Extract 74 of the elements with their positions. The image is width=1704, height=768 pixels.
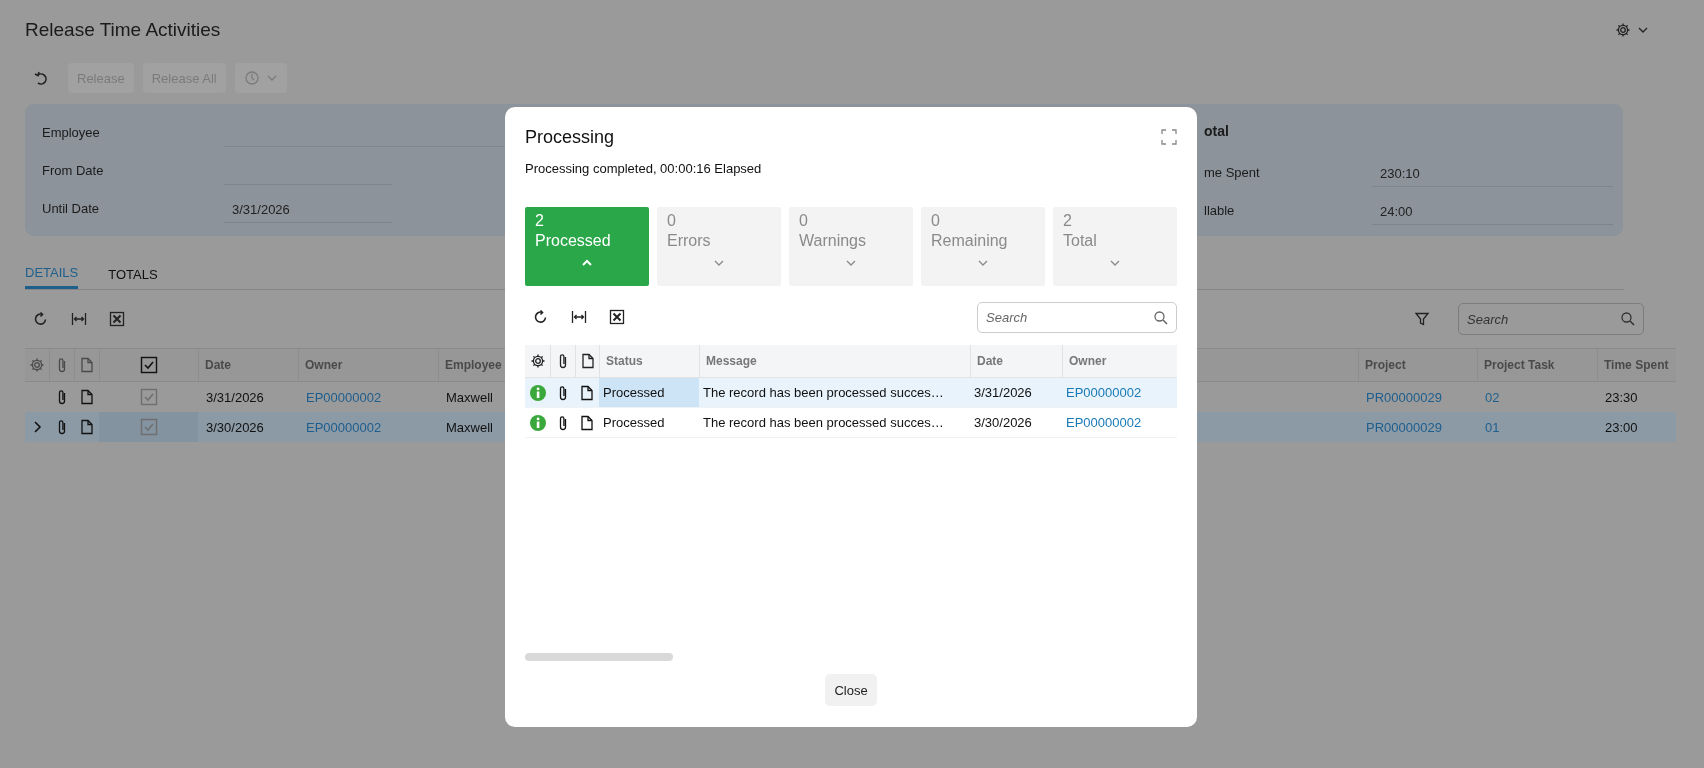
link[interactable]: 02 (1485, 389, 1500, 405)
search-icon (1620, 311, 1636, 327)
dialog-title: Processing (525, 126, 615, 148)
column-header: Date (205, 358, 231, 372)
refresh-icon[interactable] (33, 311, 49, 327)
table-cell: Processed (603, 385, 665, 400)
status-tile[interactable]: 0 Errors (657, 207, 781, 286)
gear-icon[interactable] (529, 353, 546, 369)
table-cell: 23:30 (1605, 389, 1638, 405)
filter-icon[interactable] (1414, 311, 1430, 327)
link[interactable]: EP00000002 (1066, 415, 1142, 430)
table-cell: The record has been processed succes… (703, 415, 944, 430)
table-cell: 23:00 (1605, 419, 1638, 435)
column-header: Owner (1069, 354, 1107, 368)
column-header: Date (977, 354, 1003, 368)
field-label: me Spent (1204, 164, 1261, 182)
fit-columns-icon[interactable] (71, 311, 87, 327)
scrollbar[interactable] (525, 653, 673, 661)
status-tile[interactable]: 0 Remaining (921, 207, 1045, 286)
field-label: Employee (42, 124, 101, 142)
table-cell: 3/30/2026 (974, 415, 1032, 430)
info-icon (528, 413, 547, 432)
column-header: Message (706, 354, 757, 368)
search-field[interactable]: Search (977, 301, 1177, 333)
value-field: 24:00 (1372, 197, 1613, 225)
column-header: Project (1365, 358, 1406, 372)
field-label: From Date (42, 162, 105, 180)
value-field: 230:10 (1372, 159, 1613, 187)
column-header: Time Spent (1604, 358, 1669, 372)
undo-icon[interactable] (33, 70, 49, 86)
chevron-right-icon[interactable] (31, 420, 43, 434)
document-icon[interactable] (579, 414, 595, 431)
page-title: Release Time Activities (25, 19, 221, 41)
status-tile[interactable]: 2 Total (1053, 207, 1177, 286)
tab[interactable]: DETAILS (25, 259, 79, 289)
status-message: Processing completed, 00:00:16 Elapsed (525, 161, 763, 176)
column-header: Status (606, 354, 643, 368)
field-label: llable (1204, 202, 1236, 220)
table-cell: Processed (603, 415, 665, 430)
status-tile[interactable]: 0 Warnings (789, 207, 913, 286)
checkbox[interactable] (139, 388, 158, 406)
excel-export-icon[interactable] (109, 311, 125, 327)
section-heading: otal (1204, 122, 1229, 141)
link[interactable]: PR00000029 (1366, 389, 1442, 405)
checkbox[interactable] (139, 418, 158, 436)
gear-icon (1615, 22, 1631, 38)
column-header: Employee (445, 358, 502, 372)
table-cell: 3/31/2026 (974, 385, 1032, 400)
document-icon[interactable] (78, 419, 95, 435)
document-icon[interactable] (579, 353, 596, 369)
fit-columns-icon[interactable] (571, 309, 587, 325)
table-cell: The record has been processed succes… (703, 385, 944, 400)
table-cell: Maxwell (446, 419, 493, 435)
tab[interactable]: TOTALS (108, 259, 158, 289)
info-icon (528, 383, 547, 402)
link[interactable]: 01 (1485, 419, 1500, 435)
table-cell: 3/30/2026 (206, 419, 264, 435)
status-tile[interactable]: 2 Processed (525, 207, 649, 286)
refresh-icon[interactable] (533, 309, 549, 325)
column-header: Owner (305, 358, 343, 372)
table-cell: Maxwell (446, 389, 493, 405)
document-icon[interactable] (579, 384, 595, 401)
document-icon[interactable] (78, 389, 95, 405)
close-button[interactable]: Close (825, 674, 877, 706)
checkbox[interactable] (140, 356, 158, 374)
clock-icon (243, 70, 260, 86)
table-cell: 3/31/2026 (206, 389, 264, 405)
column-header: Project Task (1484, 358, 1555, 372)
search-icon (1153, 309, 1169, 326)
search-field[interactable]: Search (1458, 303, 1644, 335)
input-field[interactable]: 3/31/2026 (224, 195, 392, 223)
excel-export-icon[interactable] (609, 309, 625, 325)
field-label: Until Date (42, 200, 101, 218)
link[interactable]: EP00000002 (306, 389, 382, 405)
